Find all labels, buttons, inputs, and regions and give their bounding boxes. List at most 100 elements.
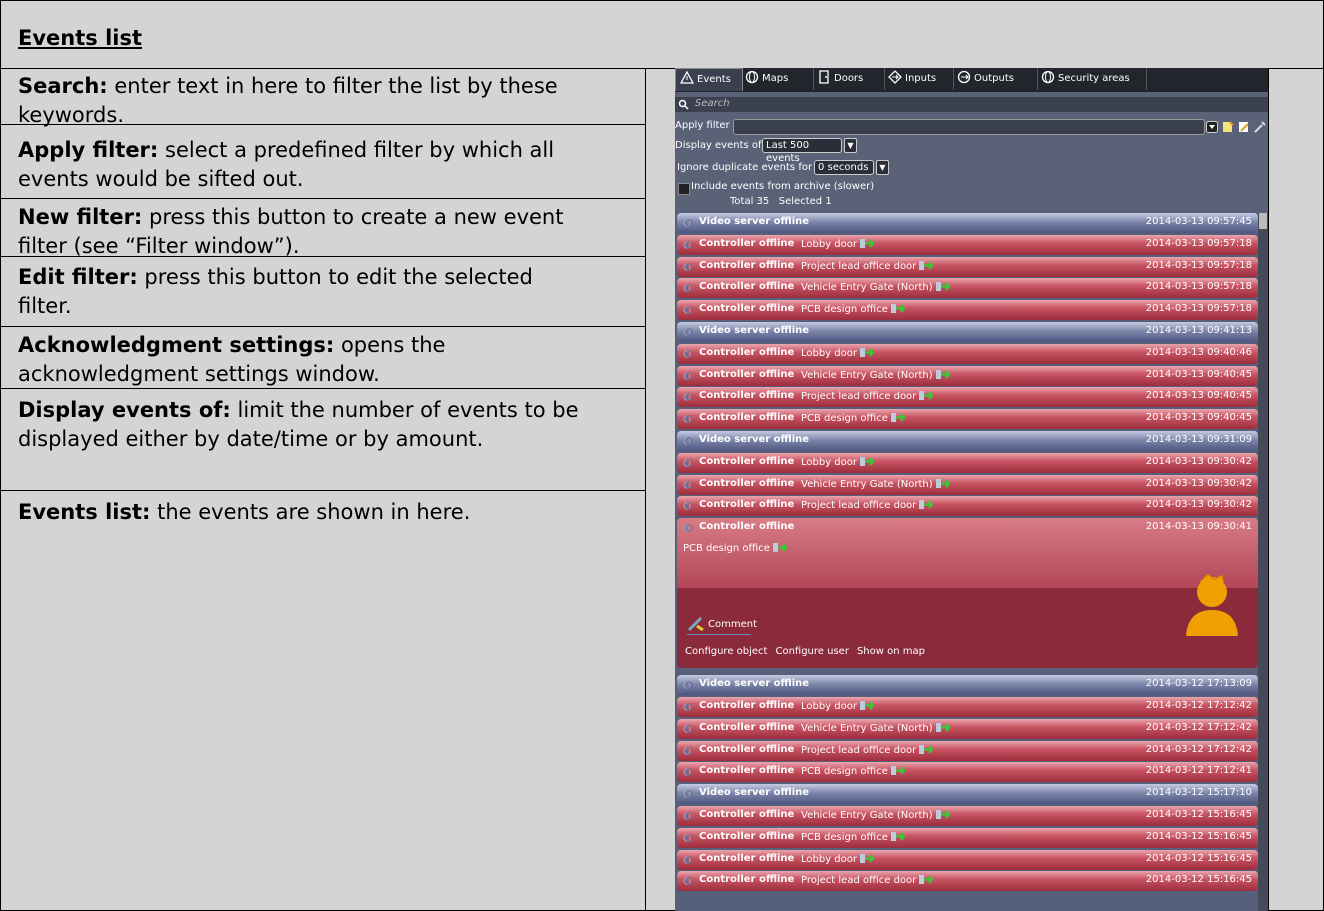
tab-events[interactable]: Events (675, 68, 743, 91)
event-row[interactable]: Video server offline 2014-03-12 15:17:10 (677, 784, 1258, 805)
event-pin-icon (683, 306, 693, 314)
event-row[interactable]: Controller offline PCB design office 2014-… (677, 762, 1258, 783)
event-location: Project lead office door (801, 390, 934, 402)
apply-filter-select[interactable] (733, 119, 1205, 135)
event-location-text: PCB design office (801, 766, 888, 778)
new-filter-icon[interactable] (1222, 121, 1234, 133)
open-door-arrow-icon[interactable] (859, 853, 875, 864)
event-row[interactable]: Controller offline PCB design office 2014-… (677, 409, 1258, 430)
event-timestamp: 2014-03-12 17:12:42 (1145, 743, 1252, 755)
event-type: Controller offline (699, 259, 795, 271)
event-pin-icon (683, 393, 693, 401)
event-row[interactable]: Controller offline Project lead office do… (677, 740, 1258, 761)
acknowledgment-settings-icon[interactable] (1254, 121, 1266, 133)
scrollbar-thumb[interactable] (1259, 213, 1267, 229)
event-row[interactable]: Controller offline Lobby door 2014-03-12 1… (677, 697, 1258, 717)
display-events-select[interactable]: Last 500 events ▼ (762, 138, 857, 164)
event-row[interactable]: Controller offline Lobby door 2014-03-13 0… (677, 343, 1258, 364)
scrollbar[interactable] (1258, 213, 1268, 911)
open-door-arrow-icon[interactable] (890, 831, 906, 842)
event-pin-icon (683, 877, 693, 885)
open-door-arrow-icon[interactable] (918, 260, 934, 271)
edit-filter-icon[interactable] (1238, 121, 1250, 133)
open-door-arrow-icon[interactable] (890, 303, 906, 314)
event-timestamp: 2014-03-12 15:16:45 (1145, 874, 1252, 886)
tab-security-areas[interactable]: Security areas (1037, 68, 1147, 90)
link-show-on-map[interactable]: Show on map (857, 646, 925, 657)
link-configure-object[interactable]: Configure object (685, 646, 767, 657)
event-row[interactable]: Controller offline Project lead office do… (677, 871, 1258, 892)
chevron-down-icon[interactable]: ▼ (876, 160, 889, 175)
link-configure-user[interactable]: Configure user (775, 646, 848, 657)
event-row[interactable]: Controller offline PCB design office 2014-… (677, 827, 1258, 848)
open-door-arrow-icon[interactable] (772, 542, 788, 553)
event-row[interactable]: Controller offline Vehicle Entry Gate (No… (677, 365, 1258, 386)
open-door-arrow-icon[interactable] (918, 390, 934, 401)
ignore-duplicates-label: Ignore duplicate events for (677, 162, 813, 173)
open-door-arrow-icon[interactable] (935, 809, 951, 820)
event-row[interactable]: Controller offline Vehicle Entry Gate (No… (677, 278, 1258, 299)
event-row[interactable]: Video server offline 2014-03-13 09:41:13 (677, 322, 1258, 342)
event-location-text: PCB design office (801, 304, 888, 316)
open-door-arrow-icon[interactable] (918, 499, 934, 510)
event-type: Video server offline (699, 325, 810, 336)
include-archive-checkbox[interactable] (678, 183, 690, 195)
event-row[interactable]: Controller offline Vehicle Entry Gate (No… (677, 806, 1258, 826)
open-door-arrow-icon[interactable] (918, 874, 934, 885)
chevron-down-icon[interactable]: ▼ (844, 138, 857, 153)
event-type: Controller offline (699, 368, 795, 380)
open-door-arrow-icon[interactable] (935, 369, 951, 380)
event-row[interactable]: Video server offline 2014-03-13 09:31:09 (677, 431, 1258, 451)
event-pin-icon (683, 524, 693, 532)
row-separator (0, 490, 645, 491)
open-door-arrow-icon[interactable] (859, 456, 875, 467)
description-entry: Apply filter: select a predefined filter… (18, 136, 578, 194)
open-door-arrow-icon[interactable] (859, 700, 875, 711)
event-pin-icon (683, 681, 693, 689)
open-door-arrow-icon[interactable] (859, 347, 875, 358)
expanded-event[interactable]: Controller offline 2014-03-13 09:30:41 PCB… (677, 518, 1258, 669)
event-row[interactable]: Controller offline Vehicle Entry Gate (No… (677, 474, 1258, 495)
event-row[interactable]: Video server offline 2014-03-12 17:13:09 (677, 675, 1258, 696)
event-type: Video server offline (699, 434, 810, 445)
event-row[interactable]: Controller offline Lobby door 2014-03-13 0… (677, 452, 1258, 473)
event-pin-icon (683, 284, 693, 292)
open-door-arrow-icon[interactable] (890, 765, 906, 776)
event-timestamp: 2014-03-12 17:13:09 (1145, 678, 1252, 690)
comment-button[interactable]: Comment (687, 616, 757, 632)
event-row[interactable]: Controller offline Project lead office do… (677, 256, 1258, 277)
open-door-arrow-icon[interactable] (935, 722, 951, 733)
event-row[interactable]: Controller offline Lobby door 2014-03-12 1… (677, 849, 1258, 870)
event-pin-icon (683, 371, 693, 380)
open-door-arrow-icon[interactable] (859, 238, 875, 249)
event-row[interactable]: Video server offline 2014-03-13 09:57:45 (677, 213, 1258, 233)
user-avatar-icon[interactable] (1182, 570, 1242, 637)
event-location: PCB design office (801, 765, 906, 777)
event-row[interactable]: Controller offline Project lead office do… (677, 387, 1258, 408)
search-input[interactable]: Search (675, 97, 1268, 112)
tab-maps[interactable]: Maps (741, 68, 814, 90)
event-location-text: Vehicle Entry Gate (North) (801, 478, 933, 490)
event-type: Controller offline (699, 721, 795, 733)
tab-outputs[interactable]: Outputs (953, 68, 1038, 90)
open-door-arrow-icon[interactable] (935, 281, 951, 292)
event-row[interactable]: Controller offline Lobby door 2014-03-13 0… (677, 234, 1258, 255)
ignore-duplicates-select[interactable]: 0 seconds ▼ (814, 160, 889, 175)
event-row[interactable]: Controller offline Project lead office do… (677, 496, 1258, 517)
dropdown-icon[interactable] (1206, 121, 1218, 133)
event-location-text: PCB design office (801, 413, 888, 425)
tab-inputs[interactable]: Inputs (884, 68, 954, 90)
event-type: Controller offline (699, 303, 795, 315)
open-door-arrow-icon[interactable] (890, 412, 906, 423)
event-pin-icon (683, 328, 693, 336)
event-row[interactable]: Controller offline Vehicle Entry Gate (No… (677, 718, 1258, 739)
event-location-text: Project lead office door (801, 875, 917, 887)
event-location-text: Project lead office door (801, 391, 917, 403)
open-door-arrow-icon[interactable] (935, 478, 951, 489)
open-door-arrow-icon[interactable] (918, 744, 934, 755)
description-term: Search: (18, 74, 108, 98)
tab-doors[interactable]: Doors (813, 68, 885, 90)
event-row[interactable]: Controller offline PCB design office 2014-… (677, 300, 1258, 321)
events-panel: Events Maps Doors Inputs Outputs Security are… (675, 68, 1268, 911)
event-pin-icon (683, 350, 693, 358)
